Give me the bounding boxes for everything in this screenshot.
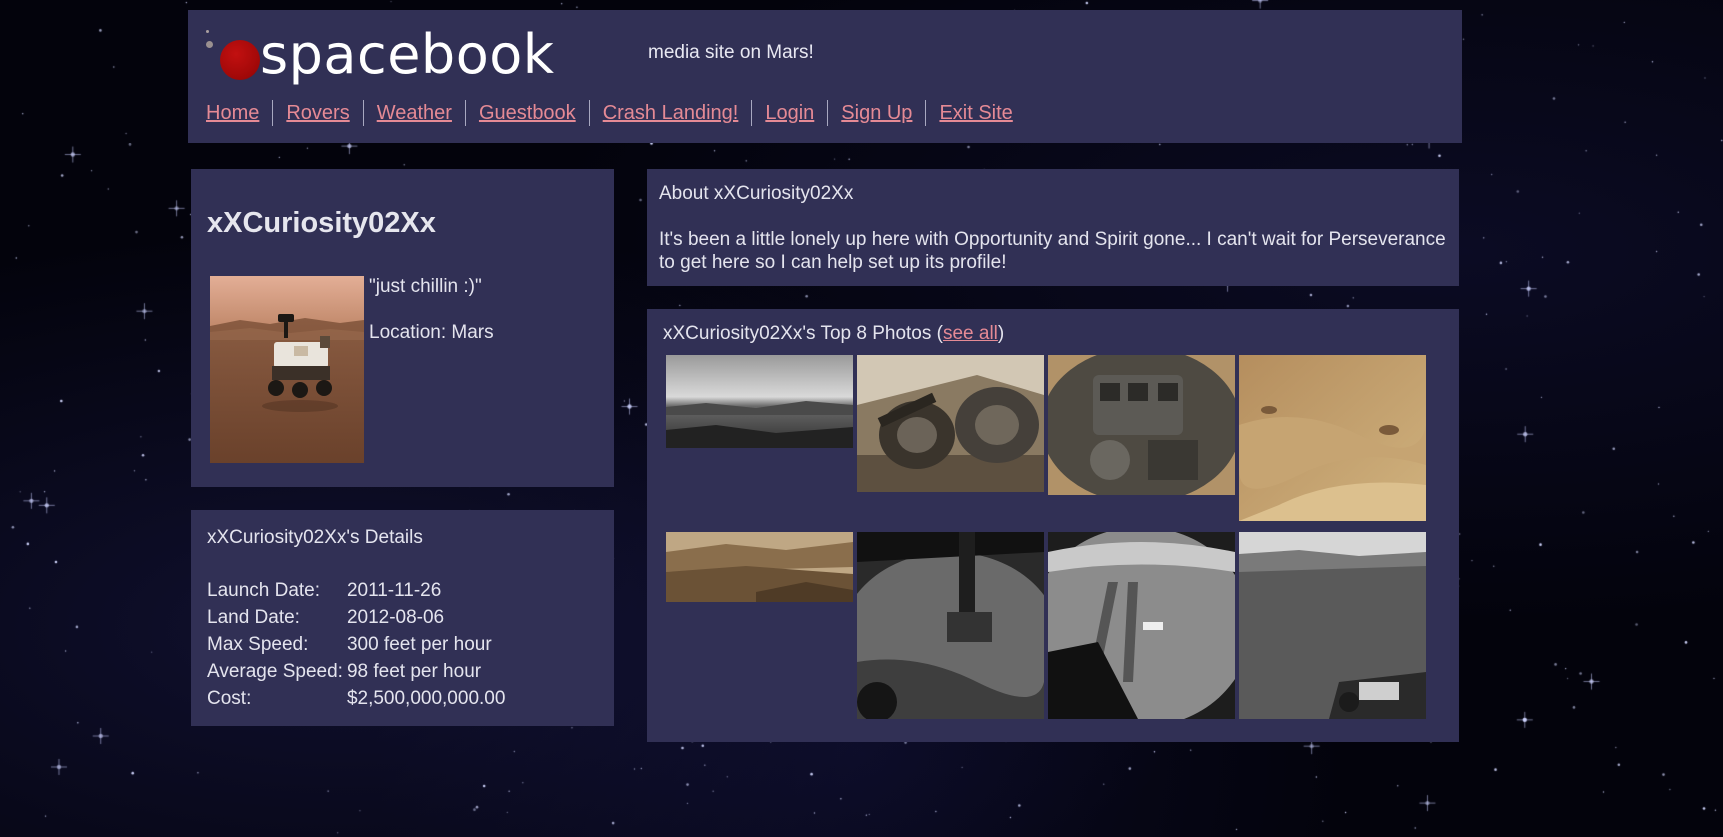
details-table: Launch Date: 2011-11-26 Land Date: 2012-… — [207, 577, 505, 712]
logo-planet-icon — [220, 40, 260, 80]
profile-username: xXCuriosity02Xx — [207, 207, 436, 239]
site-header: spacebook media site on Mars! Home Rover… — [188, 10, 1462, 143]
see-all-link[interactable]: see all — [943, 323, 998, 344]
spacebook-logo[interactable]: spacebook — [204, 23, 554, 94]
photo-6[interactable] — [857, 532, 1044, 719]
details-title: xXCuriosity02Xx's Details — [207, 527, 423, 548]
details-row: Land Date: 2012-08-06 — [207, 604, 505, 631]
detail-key: Cost: — [207, 687, 252, 709]
detail-value: 2011-11-26 — [346, 579, 442, 601]
photos-title-suffix: ) — [997, 323, 1005, 344]
rover-selfie-image — [210, 276, 364, 463]
photos-title-prefix: xXCuriosity02Xx's Top 8 Photos ( — [663, 323, 943, 344]
photo-image — [666, 532, 853, 602]
about-text: It's been a little lonely up here with O… — [659, 229, 1446, 273]
detail-key: Launch Date: — [207, 579, 321, 601]
nav-crash-landing[interactable]: Crash Landing! — [588, 100, 752, 126]
top-photos-card: xXCuriosity02Xx's Top 8 Photos (see all) — [647, 309, 1459, 742]
nav-rovers[interactable]: Rovers — [272, 100, 362, 126]
detail-value: 98 feet per hour — [346, 660, 482, 682]
photos-title: xXCuriosity02Xx's Top 8 Photos (see all) — [663, 323, 1004, 345]
photo-image — [1048, 355, 1235, 495]
details-row: Cost: $2,500,000,000.00 — [207, 685, 505, 712]
nav-home[interactable]: Home — [204, 100, 272, 126]
photo-image — [857, 355, 1044, 492]
photo-3[interactable] — [1048, 355, 1235, 495]
logo-dust-dot — [206, 30, 209, 33]
photo-2[interactable] — [857, 355, 1044, 492]
photo-image — [1048, 532, 1235, 719]
logo-text: spacebook — [260, 23, 555, 86]
logo-moon-dot — [206, 41, 213, 48]
tagline-text: media site on Mars! — [648, 42, 814, 63]
nav-weather[interactable]: Weather — [362, 100, 465, 126]
photo-image — [666, 355, 853, 448]
detail-value: $2,500,000,000.00 — [346, 687, 506, 709]
nav-exit-site[interactable]: Exit Site — [925, 100, 1025, 126]
details-card: xXCuriosity02Xx's Details Launch Date: 2… — [191, 510, 614, 726]
nav-guestbook[interactable]: Guestbook — [464, 100, 589, 126]
photo-8[interactable] — [1239, 532, 1426, 719]
photo-5[interactable] — [666, 532, 853, 602]
photo-image — [1239, 532, 1426, 719]
about-title: About xXCuriosity02Xx — [659, 183, 854, 204]
photo-7[interactable] — [1048, 532, 1235, 719]
nav-sign-up[interactable]: Sign Up — [827, 100, 925, 126]
profile-status: "just chillin :)" — [369, 276, 482, 297]
details-row: Max Speed: 300 feet per hour — [207, 631, 505, 658]
main-nav: Home Rovers Weather Guestbook Crash Land… — [204, 100, 1026, 126]
detail-key: Max Speed: — [207, 633, 309, 655]
detail-key: Average Speed: — [207, 660, 343, 682]
tagline-marquee: media site on Mars! — [648, 42, 1008, 66]
detail-value: 2012-08-06 — [346, 606, 445, 628]
detail-key: Land Date: — [207, 606, 300, 628]
details-row: Launch Date: 2011-11-26 — [207, 577, 505, 604]
photo-4[interactable] — [1239, 355, 1426, 521]
profile-location: Location: Mars — [369, 322, 494, 343]
profile-avatar — [210, 276, 364, 463]
details-row: Average Speed: 98 feet per hour — [207, 658, 505, 685]
photo-1[interactable] — [666, 355, 853, 448]
photo-image — [857, 532, 1044, 719]
profile-card: xXCuriosity02Xx "just chillin:)" Locati… — [191, 169, 614, 487]
detail-value: 300 feet per hour — [346, 633, 492, 655]
nav-login[interactable]: Login — [751, 100, 827, 126]
photo-image — [1239, 355, 1426, 521]
about-card: About xXCuriosity02Xx It's been a little… — [647, 169, 1459, 286]
